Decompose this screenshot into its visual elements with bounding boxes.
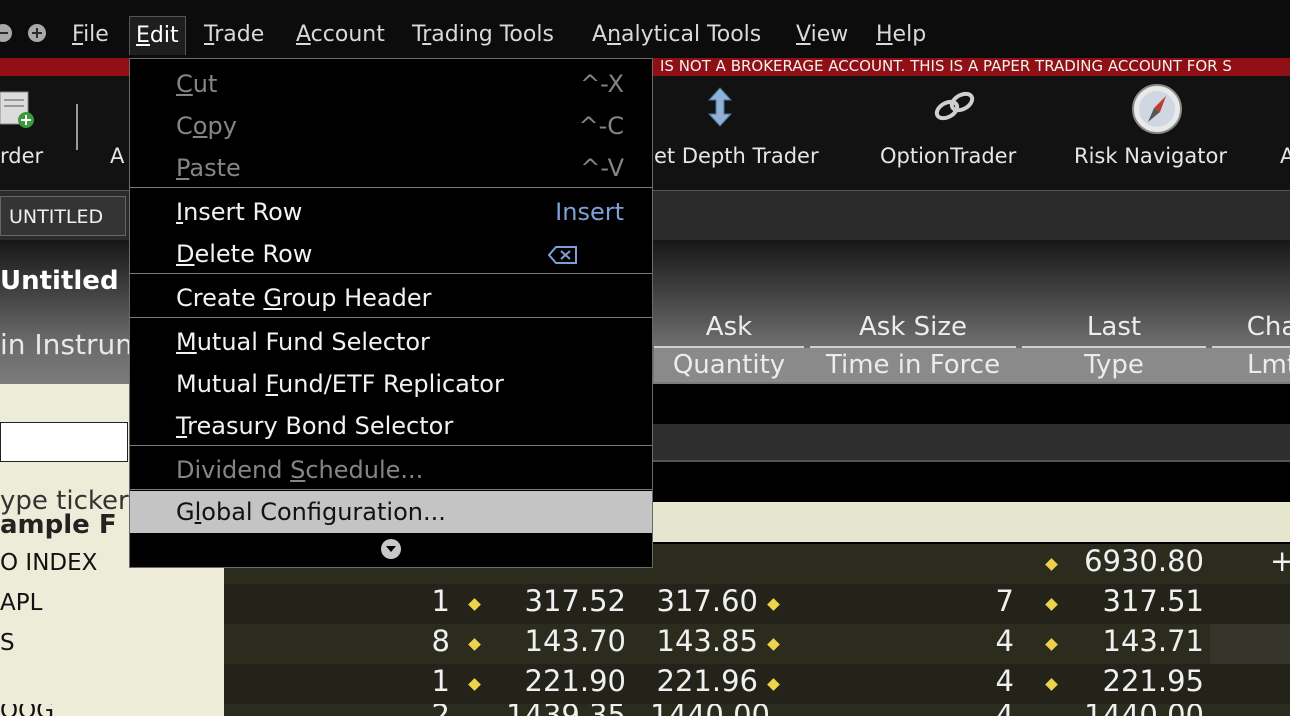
menu-item-dividend-schedule[interactable]: Dividend Schedule...	[130, 449, 652, 491]
shortcut-insert: Insert	[555, 198, 624, 226]
symbol-label[interactable]: O INDEX	[0, 550, 97, 576]
last-price: 6930.80	[1084, 544, 1204, 578]
bid-price: 221.90	[524, 664, 626, 698]
column-header-time-in-force[interactable]: Time in Force	[810, 350, 1016, 380]
partial-row: OOG 2 1439.35 1440.00 4 1440.00	[0, 704, 1290, 716]
menu-item-global-configuration[interactable]: Global Configuration...	[130, 491, 652, 533]
menu-separator	[130, 317, 652, 318]
menu-item-delete-row[interactable]: Delete Row	[130, 233, 652, 275]
last-price: 143.71	[1102, 624, 1204, 658]
change-cell	[1210, 624, 1290, 664]
menu-item-mutual-fund-etf-replicator[interactable]: Mutual Fund/ETF Replicator	[130, 363, 652, 405]
column-header-ask[interactable]: Ask	[654, 312, 804, 342]
order-button-label[interactable]: rder	[0, 142, 43, 170]
risk-navigator-icon[interactable]	[1130, 82, 1184, 136]
menu-separator	[130, 273, 652, 274]
market-depth-trader-icon[interactable]	[704, 86, 736, 128]
last-price: 317.51	[1102, 584, 1204, 618]
menu-item-paste[interactable]: Paste ^-V	[130, 147, 652, 189]
ticker-input[interactable]	[0, 422, 128, 462]
symbol-label[interactable]: APL	[0, 590, 42, 616]
column-header-change[interactable]: Cha	[1212, 312, 1290, 342]
bid-price: 143.70	[524, 624, 626, 658]
menu-item-treasury-bond-selector[interactable]: Treasury Bond Selector	[130, 405, 652, 447]
symbol-label[interactable]: OOG	[0, 704, 54, 716]
edit-menu-dropdown: Cut ^-X Copy ^-C Paste ^-V Insert Row In…	[129, 58, 653, 568]
change-value: +	[1270, 544, 1290, 578]
market-depth-trader-label[interactable]: et Depth Trader	[654, 142, 819, 170]
menu-trade[interactable]: Trade	[198, 16, 270, 54]
column-header-lmt[interactable]: Lmt	[1212, 350, 1290, 380]
toolbar-last-label[interactable]: A	[1280, 142, 1290, 170]
shortcut-paste: ^-V	[580, 154, 624, 182]
ask-price: 221.96	[656, 664, 758, 698]
ask-price: 1440.00	[630, 704, 770, 716]
menu-analytical-tools[interactable]: Analytical Tools	[586, 16, 767, 54]
column-header-quantity[interactable]: Quantity	[654, 350, 804, 380]
bid-size: 1	[431, 584, 450, 618]
menu-separator	[130, 445, 652, 446]
order-icon[interactable]	[0, 88, 40, 132]
shortcut-copy: ^-C	[578, 112, 624, 140]
menu-item-insert-row[interactable]: Insert Row Insert	[130, 191, 652, 233]
last-price: 221.95	[1102, 664, 1204, 698]
shortcut-cut: ^-X	[579, 70, 624, 98]
last-price: 1440.00	[1060, 704, 1204, 716]
bid-size: 8	[431, 624, 450, 658]
menu-item-mutual-fund-selector[interactable]: Mutual Fund Selector	[130, 321, 652, 363]
zoom-window-icon[interactable]	[28, 24, 46, 42]
column-header-type[interactable]: Type	[1022, 350, 1206, 380]
menu-item-create-group-header[interactable]: Create Group Header	[130, 277, 652, 319]
toolbar-separator	[76, 104, 78, 150]
bid-price: 317.52	[524, 584, 626, 618]
ask-price: 143.85	[656, 624, 758, 658]
scroll-down-icon[interactable]	[381, 539, 401, 559]
column-header-ask-size[interactable]: Ask Size	[810, 312, 1016, 342]
page-title: Untitled	[0, 266, 119, 296]
optiontrader-label[interactable]: OptionTrader	[880, 142, 1016, 170]
menu-file[interactable]: File	[66, 16, 115, 54]
ask-size: 4	[995, 624, 1014, 658]
tab-untitled[interactable]: UNTITLED	[0, 196, 126, 236]
menu-account[interactable]: Account	[290, 16, 391, 54]
risk-navigator-label[interactable]: Risk Navigator	[1074, 142, 1227, 170]
ask-size: 7	[995, 584, 1014, 618]
optiontrader-icon[interactable]	[930, 88, 980, 124]
toolbar-a-label[interactable]: A	[110, 142, 124, 170]
ask-size: 4	[995, 664, 1014, 698]
menu-item-copy[interactable]: Copy ^-C	[130, 105, 652, 147]
menu-help[interactable]: Help	[870, 16, 932, 54]
menu-separator	[130, 489, 652, 490]
menu-item-cut[interactable]: Cut ^-X	[130, 63, 652, 105]
column-header-last[interactable]: Last	[1022, 312, 1206, 342]
menu-view[interactable]: View	[790, 16, 854, 54]
menu-edit[interactable]: Edit	[129, 16, 186, 55]
bid-size: 1	[431, 664, 450, 698]
menu-separator	[130, 187, 652, 188]
backspace-icon	[548, 246, 577, 264]
instrument-label: in Instrum	[0, 328, 143, 361]
ask-price: 317.60	[656, 584, 758, 618]
ask-size: 4	[960, 704, 1014, 716]
bid-size: 2	[400, 704, 450, 716]
menu-trading-tools[interactable]: Trading Tools	[406, 16, 560, 54]
ticker-placeholder[interactable]: ype ticker	[0, 486, 129, 516]
bid-price: 1439.35	[484, 704, 626, 716]
symbol-label[interactable]: S	[0, 630, 15, 656]
banner-text: IS NOT A BROKERAGE ACCOUNT. THIS IS A PA…	[660, 58, 1232, 75]
